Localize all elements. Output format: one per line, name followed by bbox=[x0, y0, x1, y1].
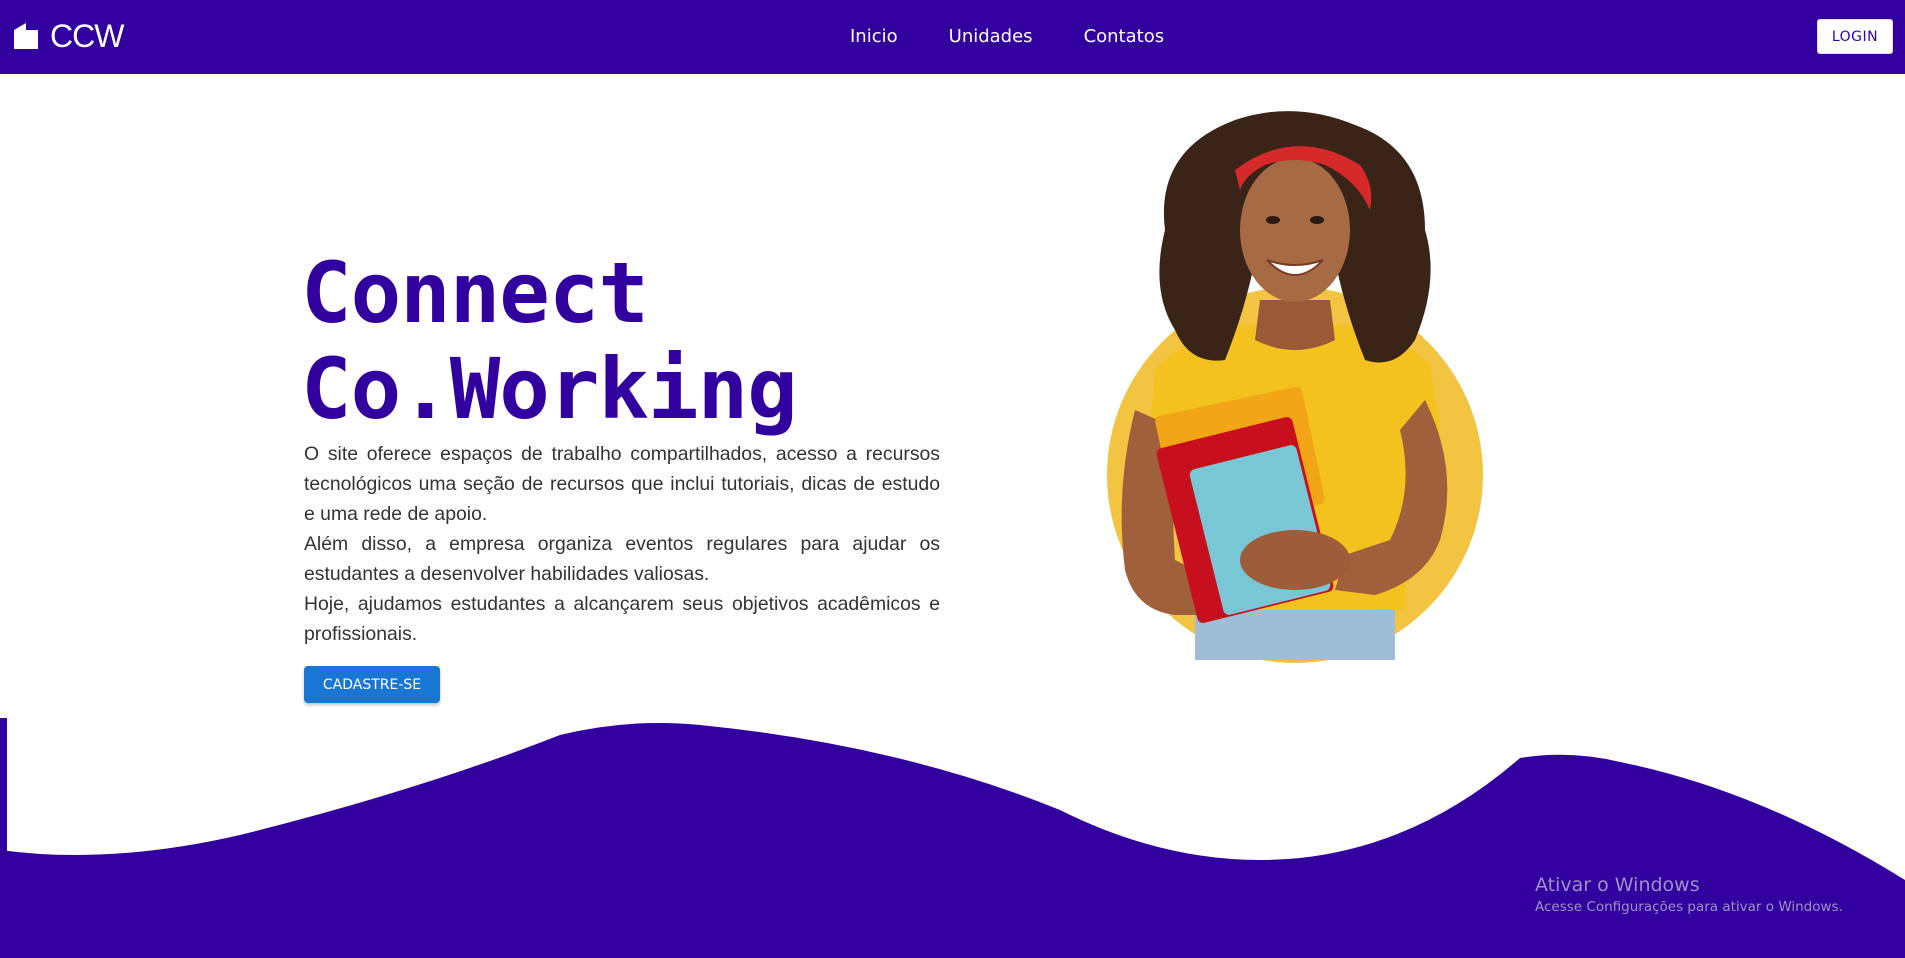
wave-footer bbox=[0, 718, 1905, 958]
login-button[interactable]: LOGIN bbox=[1817, 19, 1893, 54]
nav-link-contatos[interactable]: Contatos bbox=[1084, 26, 1165, 47]
brand[interactable]: CCW bbox=[13, 16, 124, 56]
brand-name: CCW bbox=[50, 17, 124, 54]
hero-paragraph-3: Hoje, ajudamos estudantes a alcançarem s… bbox=[304, 593, 940, 645]
hero-student-image bbox=[1107, 111, 1483, 663]
hero-paragraph-1: O site oferece espaços de trabalho compa… bbox=[304, 443, 940, 525]
windows-activation-watermark: Ativar o Windows Acesse Configurações pa… bbox=[1535, 874, 1843, 915]
watermark-line-1: Ativar o Windows bbox=[1535, 874, 1700, 896]
watermark-line-2: Acesse Configurações para ativar o Windo… bbox=[1535, 899, 1843, 915]
hero-paragraph-2: Além disso, a empresa organiza eventos r… bbox=[304, 533, 940, 585]
building-logo-icon bbox=[14, 23, 38, 49]
nav-link-unidades[interactable]: Unidades bbox=[949, 26, 1033, 47]
hero-description: O site oferece espaços de trabalho compa… bbox=[304, 439, 940, 649]
hero-title-line-2: Co.Working bbox=[301, 340, 798, 438]
hero-title-line-1: Connect bbox=[301, 244, 649, 342]
hero-title: Connect Co.Working bbox=[301, 244, 798, 438]
main-nav: Inicio Unidades Contatos bbox=[850, 26, 1215, 47]
signup-button[interactable]: CADASTRE-SE bbox=[304, 666, 440, 703]
nav-link-inicio[interactable]: Inicio bbox=[850, 26, 898, 47]
top-navbar: CCW Inicio Unidades Contatos LOGIN bbox=[0, 0, 1905, 74]
